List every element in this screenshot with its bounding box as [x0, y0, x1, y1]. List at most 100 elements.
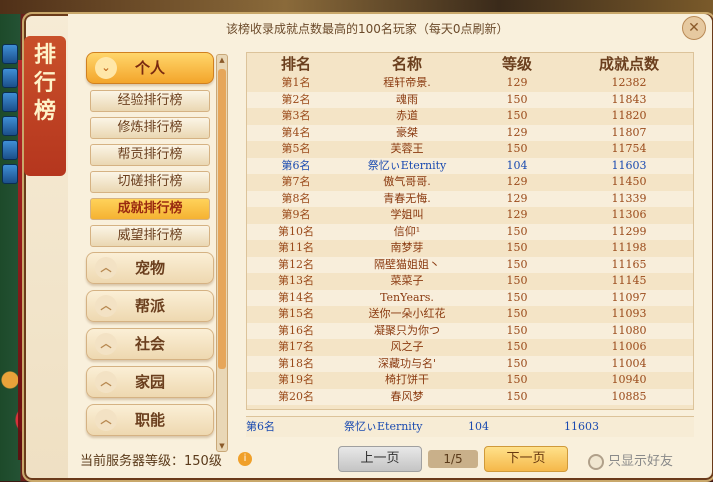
level-cell: 150: [506, 257, 528, 271]
table-row[interactable]: 第16名 凝聚只为你つ 150 11080: [247, 322, 693, 339]
level-cell: 129: [506, 208, 528, 221]
friends-only-toggle[interactable]: 只显示好友: [588, 450, 673, 470]
table-row[interactable]: 第13名 菜菜子 150 11145: [247, 273, 693, 290]
info-icon[interactable]: i: [238, 452, 252, 466]
table-row[interactable]: 第2名 魂雨 150 11843: [247, 91, 693, 108]
category-menu: ⌄ 个人 经验排行榜 修炼排行榜 帮贡排行榜 切磋排行榜 成就排行榜 威望排行榜…: [86, 52, 214, 442]
friends-only-label: 只显示好友: [608, 454, 674, 469]
subitem-sparring[interactable]: 切磋排行榜: [90, 171, 210, 193]
points-cell: 11339: [611, 191, 647, 205]
category-guild[interactable]: ︿ 帮派: [86, 290, 214, 322]
level-cell: 150: [506, 224, 528, 238]
rank-cell: 第4名: [281, 125, 311, 139]
table-row[interactable]: 第5名 芙蓉王 150 11754: [247, 141, 693, 158]
subitem-guild-contribution[interactable]: 帮贡排行榜: [90, 144, 210, 166]
points-cell: 11306: [611, 208, 647, 221]
table-row[interactable]: 第18名 深藏功与名' 150 11004: [247, 355, 693, 372]
panel-title-char: 行: [33, 71, 56, 96]
chevron-up-icon: ︿: [95, 371, 117, 393]
points-cell: 11820: [611, 109, 647, 122]
scroll-up-icon[interactable]: ▲: [217, 55, 227, 65]
table-row[interactable]: 第19名 椅打饼干 150 10940: [247, 372, 693, 389]
level-cell: 150: [506, 373, 528, 386]
header-name: 名称: [391, 55, 422, 73]
table-row[interactable]: 第15名 送你一朵小红花 150 11093: [247, 306, 693, 323]
level-cell: 150: [506, 323, 528, 337]
table-row[interactable]: 第10名 信仰¹ 150 11299: [247, 223, 693, 240]
page-indicator: 1/5: [428, 450, 478, 468]
category-label: 家园: [134, 373, 165, 391]
points-cell: 10885: [611, 389, 647, 403]
next-page-button[interactable]: 下一页: [484, 446, 568, 472]
my-rank: 第6名: [246, 420, 275, 433]
side-tool-icon[interactable]: [2, 44, 18, 64]
chevron-up-icon: ︿: [95, 295, 117, 317]
points-cell: 11080: [611, 323, 647, 337]
category-personal[interactable]: ⌄ 个人: [86, 52, 214, 84]
points-cell: 11299: [611, 224, 647, 238]
name-cell: 魂雨: [396, 92, 418, 106]
name-cell: 椅打饼干: [385, 373, 429, 386]
category-label: 帮派: [134, 297, 165, 315]
table-row[interactable]: 第6名 祭忆ぃEternity 104 11603: [247, 157, 693, 174]
rank-cell: 第13名: [278, 274, 314, 287]
table-row[interactable]: 第14名 TenYears. 150 11097: [247, 289, 693, 306]
name-cell: 菜菜子: [390, 274, 424, 287]
side-tool-icon[interactable]: [2, 92, 18, 112]
points-cell: 11006: [611, 340, 647, 353]
rank-cell: 第11名: [278, 241, 314, 254]
table-row[interactable]: 第17名 风之子 150 11006: [247, 339, 693, 356]
name-cell: 送你一朵小红花: [368, 307, 446, 320]
points-cell: 11097: [611, 290, 647, 304]
table-row[interactable]: 第11名 南梦芽 150 11198: [247, 240, 693, 257]
close-icon[interactable]: ✕: [682, 16, 706, 40]
my-points: 11603: [564, 420, 599, 433]
points-cell: 11807: [611, 125, 647, 139]
chevron-up-icon: ︿: [95, 409, 117, 431]
category-label: 个人: [134, 59, 165, 77]
table-row[interactable]: 第8名 青春无悔. 129 11339: [247, 190, 693, 207]
table-row[interactable]: 第20名 春风梦 150 10885: [247, 388, 693, 405]
subitem-experience[interactable]: 经验排行榜: [90, 90, 210, 112]
category-label: 宠物: [134, 259, 165, 277]
table-row[interactable]: 第9名 学姐叫 129 11306: [247, 207, 693, 224]
table-row[interactable]: 第1名 程轩帝景. 129 12382: [247, 75, 693, 92]
category-social[interactable]: ︿ 社会: [86, 328, 214, 360]
rank-cell: 第17名: [278, 340, 314, 353]
level-cell: 150: [506, 307, 528, 320]
rank-cell: 第3名: [281, 109, 311, 122]
table-row[interactable]: 第4名 豪桀 129 11807: [247, 124, 693, 141]
subitem-cultivation[interactable]: 修炼排行榜: [90, 117, 210, 139]
rank-cell: 第9名: [281, 208, 311, 221]
header-rank: 排名: [280, 55, 311, 73]
side-tool-icon[interactable]: [2, 164, 18, 184]
table-row[interactable]: 第7名 傲气哥哥. 129 11450: [247, 174, 693, 191]
category-home[interactable]: ︿ 家园: [86, 366, 214, 398]
scrollbar-thumb[interactable]: [218, 69, 226, 369]
prev-page-button[interactable]: 上一页: [338, 446, 422, 472]
subitem-achievement[interactable]: 成就排行榜: [90, 198, 210, 220]
chevron-down-icon: ⌄: [95, 57, 117, 79]
table-row[interactable]: 第12名 隔壁猫姐姐丶 150 11165: [247, 256, 693, 273]
leaderboard-content: 该榜收录成就点数最高的100名玩家（每天0点刷新） ✕ ⌄ 个人 经验排行榜 修…: [68, 14, 712, 478]
points-cell: 11004: [611, 356, 647, 370]
level-cell: 150: [506, 92, 528, 106]
category-job[interactable]: ︿ 职能: [86, 404, 214, 436]
side-tool-icon[interactable]: [2, 140, 18, 160]
name-cell: 信仰¹: [393, 224, 421, 238]
name-cell: 豪桀: [396, 125, 418, 139]
points-cell: 11165: [611, 257, 647, 271]
rank-cell: 第18名: [278, 356, 314, 370]
side-tool-icon[interactable]: [2, 68, 18, 88]
rank-cell: 第8名: [281, 191, 311, 205]
points-cell: 11450: [611, 175, 647, 188]
category-pet[interactable]: ︿ 宠物: [86, 252, 214, 284]
subitem-prestige[interactable]: 威望排行榜: [90, 225, 210, 247]
table-row[interactable]: 第3名 赤道 150 11820: [247, 108, 693, 125]
menu-scrollbar[interactable]: ▲ ▼: [216, 54, 228, 452]
name-cell: 芙蓉王: [390, 142, 424, 155]
rank-cell: 第15名: [278, 307, 314, 320]
radio-icon[interactable]: [588, 453, 604, 470]
name-cell: 春风梦: [390, 389, 424, 403]
side-tool-icon[interactable]: [2, 116, 18, 136]
